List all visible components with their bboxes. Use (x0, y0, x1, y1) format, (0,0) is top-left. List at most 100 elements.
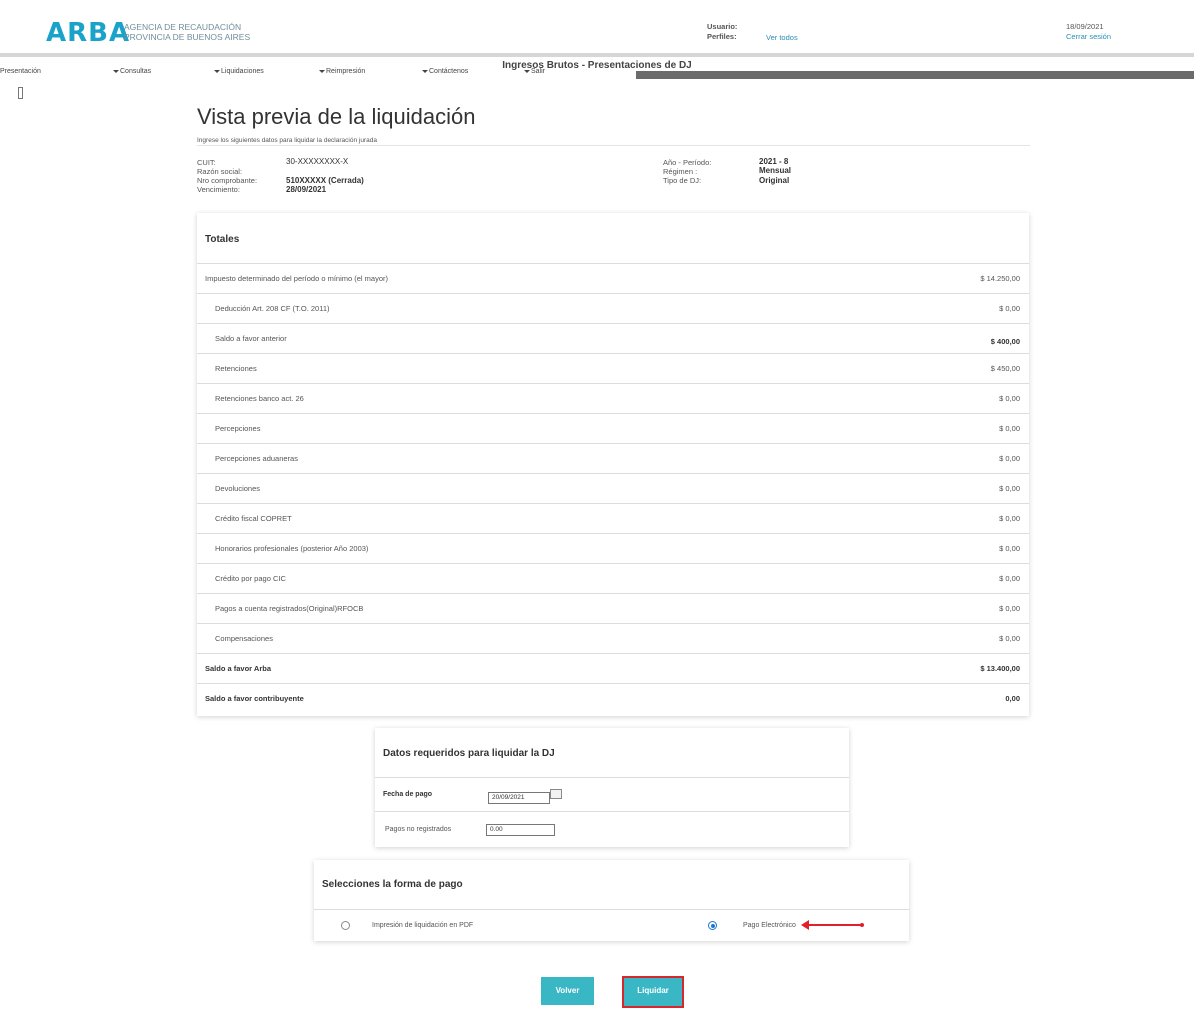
periodo-value: 2021 - 8 (759, 157, 789, 166)
current-date: 18/09/2021 (1066, 22, 1104, 31)
title-divider (197, 145, 1030, 146)
row-value: $ 0,00 (999, 544, 1020, 553)
divider (375, 777, 849, 778)
totales-row: Crédito por pago CIC $ 0,00 (197, 563, 1029, 594)
row-value: $ 0,00 (999, 634, 1020, 643)
totales-row: Percepciones $ 0,00 (197, 413, 1029, 444)
totales-row: Retenciones banco act. 26 $ 0,00 (197, 383, 1029, 414)
row-value: $ 0,00 (999, 424, 1020, 433)
saldo-contribuyente-row: Saldo a favor contribuyente 0,00 (197, 683, 1029, 716)
regimen-value: Mensual (759, 166, 792, 175)
row-label: Impuesto determinado del período o mínim… (205, 274, 389, 283)
radio-pdf[interactable] (341, 921, 350, 930)
fecha-pago-input[interactable]: 20/09/2021 (488, 792, 550, 804)
menu-contactenos[interactable]: Contáctenos (422, 68, 468, 75)
totales-row: Impuesto determinado del período o mínim… (197, 263, 1029, 294)
ver-todos-link[interactable]: Ver todos (766, 33, 798, 42)
pagos-no-registrados-label: Pagos no registrados (385, 826, 452, 833)
hidden-frame-box (18, 87, 23, 99)
row-label: Saldo a favor anterior (215, 334, 287, 343)
row-label: Deducción Art. 208 CF (T.O. 2011) (215, 304, 330, 313)
divider (375, 811, 849, 812)
arba-logo: ARBA (46, 18, 131, 48)
app-name: Ingresos Brutos - Presentaciones de DJ (502, 60, 692, 71)
tipo-dj-label: Tipo de DJ: (663, 176, 702, 185)
comprobante-label: Nro comprobante: (197, 176, 258, 185)
totales-title: Totales (205, 234, 240, 245)
perfiles-label: Perfiles: (707, 32, 737, 41)
row-label: Devoluciones (215, 484, 261, 493)
row-value: $ 450,00 (990, 364, 1020, 373)
row-value: $ 0,00 (999, 394, 1020, 403)
totales-row: Percepciones aduaneras $ 0,00 (197, 443, 1029, 474)
option-pdf-label: Impresión de liquidación en PDF (372, 922, 474, 929)
forma-pago-card: Selecciones la forma de pago Impresión d… (314, 860, 909, 941)
row-label: Crédito fiscal COPRET (215, 514, 292, 523)
datos-requeridos-card: Datos requeridos para liquidar la DJ Fec… (375, 728, 849, 847)
row-value: $ 400,00 (990, 337, 1020, 346)
row-value: $ 0,00 (999, 604, 1020, 613)
pagos-no-registrados-input[interactable]: 0.00 (486, 824, 555, 836)
chevron-down-icon (422, 69, 428, 73)
totales-card: Totales Impuesto determinado del período… (197, 213, 1029, 716)
header-divider (0, 53, 1194, 57)
periodo-label: Año - Período: (663, 158, 712, 167)
datos-title: Datos requeridos para liquidar la DJ (383, 748, 555, 759)
fecha-pago-label: Fecha de pago (383, 791, 433, 798)
liquidar-button[interactable]: Liquidar (622, 976, 684, 1008)
totales-row: Honorarios profesionales (posterior Año … (197, 533, 1029, 564)
cuit-label: CUIT: (197, 158, 216, 167)
agency-line-1: AGENCIA DE RECAUDACIÓN (124, 22, 242, 32)
menu-salir[interactable]: Salir (524, 68, 545, 75)
calendar-icon[interactable] (550, 789, 562, 799)
row-value: $ 13.400,00 (980, 664, 1020, 673)
menu-bar (0, 71, 1194, 79)
totales-row: Crédito fiscal COPRET $ 0,00 (197, 503, 1029, 534)
row-label: Retenciones banco act. 26 (215, 394, 304, 403)
menu-liquidaciones[interactable]: Liquidaciones (214, 68, 264, 75)
row-label: Retenciones (215, 364, 257, 373)
row-label: Crédito por pago CIC (215, 574, 286, 583)
agency-line-2: PROVINCIA DE BUENOS AIRES (124, 32, 251, 42)
red-arrow-dot (860, 923, 864, 927)
page-subtitle: Ingrese los siguientes datos para liquid… (197, 137, 377, 144)
chevron-down-icon (524, 69, 530, 73)
totales-row: Pagos a cuenta registrados(Original)RFOC… (197, 593, 1029, 624)
agency-name: AGENCIA DE RECAUDACIÓN PROVINCIA DE BUEN… (124, 22, 250, 42)
vencimiento-label: Vencimiento: (197, 185, 240, 194)
row-value: $ 0,00 (999, 484, 1020, 493)
row-label: Pagos a cuenta registrados(Original)RFOC… (215, 604, 364, 613)
volver-button[interactable]: Volver (541, 977, 594, 1005)
red-arrow-line (808, 924, 862, 926)
row-value: $ 0,00 (999, 454, 1020, 463)
divider (314, 909, 909, 910)
chevron-down-icon (319, 69, 325, 73)
row-value: 0,00 (1005, 694, 1020, 703)
chevron-down-icon (113, 69, 119, 73)
comprobante-value: 510XXXXX (Cerrada) (286, 176, 364, 185)
row-label: Compensaciones (215, 634, 273, 643)
option-electronico-label: Pago Electrónico (743, 922, 796, 929)
radio-pago-electronico[interactable] (708, 921, 717, 930)
totales-row: Devoluciones $ 0,00 (197, 473, 1029, 504)
menu-presentacion[interactable]: Presentación (0, 68, 41, 75)
totales-row: Deducción Art. 208 CF (T.O. 2011) $ 0,00 (197, 293, 1029, 324)
row-label: Saldo a favor Arba (205, 664, 271, 673)
menu-consultas[interactable]: Consultas (113, 68, 151, 75)
usuario-label: Usuario: (707, 22, 738, 31)
cuit-value: 30-XXXXXXXX-X (286, 157, 349, 166)
totales-row: Retenciones $ 450,00 (197, 353, 1029, 384)
tipo-dj-value: Original (759, 176, 790, 185)
chevron-down-icon (214, 69, 220, 73)
totales-row: Saldo a favor anterior $ 400,00 (197, 323, 1029, 354)
regimen-label: Régimen : (663, 167, 698, 176)
row-label: Percepciones (215, 424, 261, 433)
vencimiento-value: 28/09/2021 (286, 185, 327, 194)
logout-link[interactable]: Cerrar sesión (1066, 32, 1111, 41)
row-label: Honorarios profesionales (posterior Año … (215, 544, 369, 553)
row-value: $ 0,00 (999, 514, 1020, 523)
row-value: $ 14.250,00 (980, 274, 1020, 283)
forma-pago-title: Selecciones la forma de pago (322, 879, 463, 890)
menu-reimpresion[interactable]: Reimpresión (319, 68, 365, 75)
saldo-arba-row: Saldo a favor Arba $ 13.400,00 (197, 653, 1029, 684)
